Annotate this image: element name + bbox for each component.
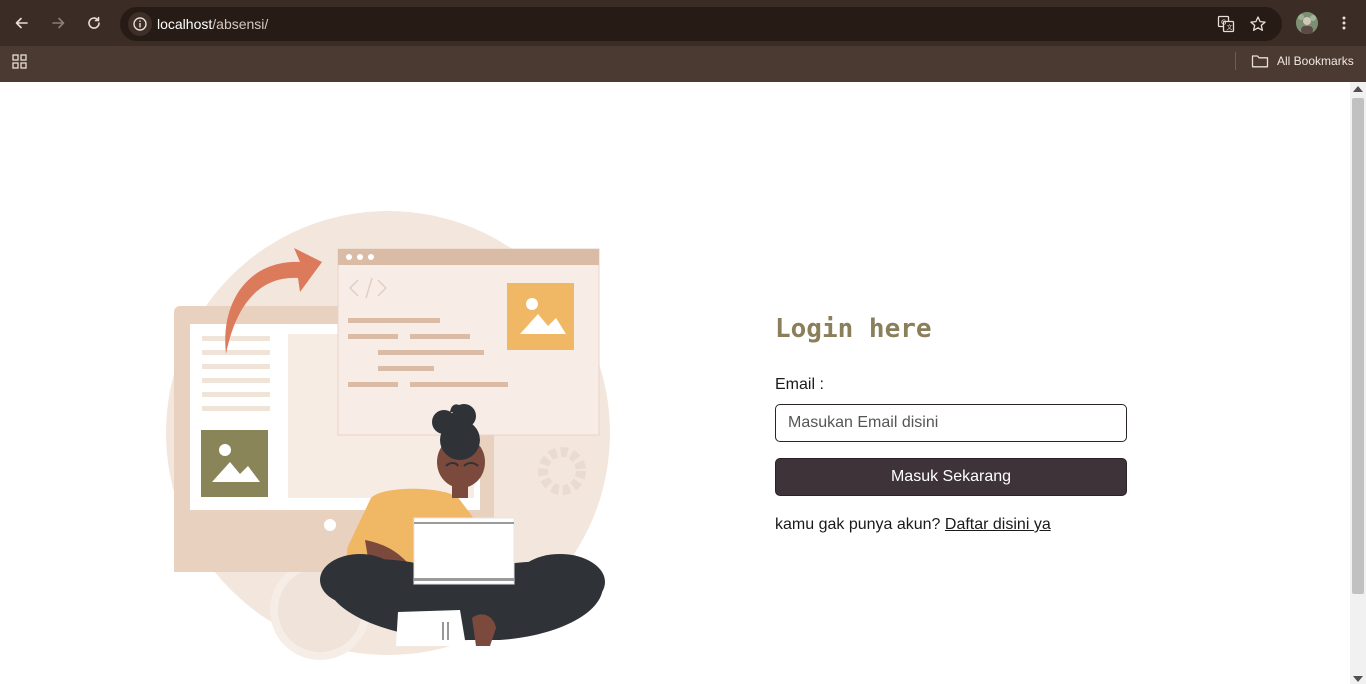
- email-label: Email :: [775, 376, 824, 393]
- all-bookmarks-button[interactable]: All Bookmarks: [1251, 51, 1354, 71]
- avatar-image-icon: [1296, 12, 1318, 34]
- back-button[interactable]: [10, 11, 34, 35]
- browser-chrome: localhost/absensi/ G文 All Bookmarks: [0, 0, 1366, 82]
- star-icon: [1250, 16, 1266, 31]
- url-path: /absensi/: [212, 16, 269, 32]
- url-text: localhost/absensi/: [157, 16, 268, 32]
- reload-button[interactable]: [82, 11, 106, 35]
- scroll-down-arrow-icon[interactable]: [1353, 676, 1363, 682]
- forward-button[interactable]: [46, 11, 70, 35]
- reload-icon: [88, 16, 100, 29]
- site-info-button[interactable]: [128, 12, 152, 36]
- register-link[interactable]: Daftar disini ya: [945, 516, 1051, 533]
- back-arrow-icon: [15, 17, 28, 29]
- scroll-up-arrow-icon[interactable]: [1353, 86, 1363, 92]
- all-bookmarks-label: All Bookmarks: [1277, 54, 1354, 68]
- bookmark-star-button[interactable]: [1246, 12, 1270, 36]
- login-submit-button[interactable]: Masuk Sekarang: [775, 458, 1127, 496]
- site-info-icon: [133, 17, 147, 31]
- register-prompt: kamu gak punya akun? Daftar disini ya: [775, 516, 1051, 534]
- more-vertical-icon: [1342, 16, 1346, 30]
- browser-toolbar: localhost/absensi/ G文: [0, 0, 1366, 46]
- email-input[interactable]: [775, 404, 1127, 442]
- scrollbar-thumb[interactable]: [1352, 98, 1364, 594]
- folder-icon: [1251, 55, 1269, 68]
- browser-menu-button[interactable]: [1332, 11, 1356, 35]
- profile-avatar[interactable]: [1296, 12, 1318, 34]
- address-bar[interactable]: localhost/absensi/ G文: [120, 7, 1282, 41]
- forward-arrow-icon: [52, 17, 65, 29]
- svg-text:文: 文: [1227, 24, 1233, 32]
- apps-button[interactable]: [10, 52, 30, 72]
- login-illustration: [160, 200, 620, 660]
- translate-button[interactable]: G文: [1214, 12, 1238, 36]
- web-developer-illustration-icon: [166, 211, 610, 660]
- url-host: localhost: [157, 16, 213, 32]
- apps-grid-icon: [12, 54, 27, 69]
- bookmarks-separator: [1235, 52, 1236, 70]
- login-title: Login here: [775, 314, 932, 344]
- translate-icon: G文: [1217, 15, 1235, 33]
- register-prompt-text: kamu gak punya akun?: [775, 516, 945, 533]
- bookmarks-bar: All Bookmarks: [0, 46, 1366, 82]
